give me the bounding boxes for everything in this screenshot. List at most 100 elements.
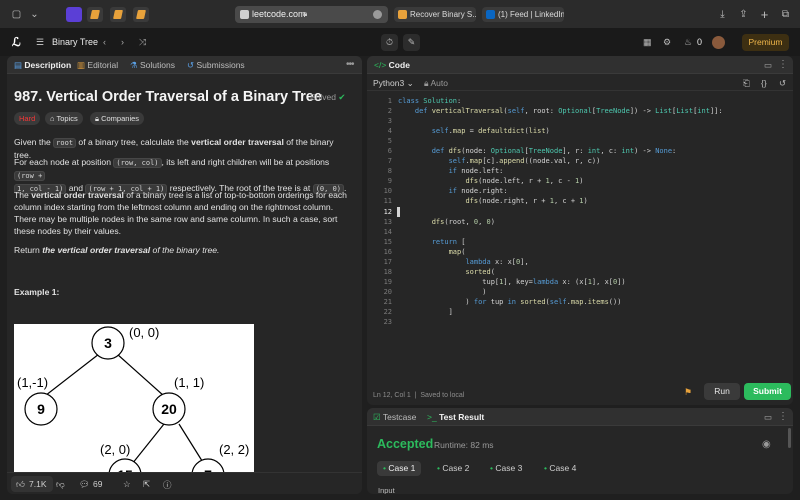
case-tab-1[interactable]: • Case 1 [377, 461, 422, 476]
premium-button[interactable]: Premium [742, 34, 789, 51]
pinned-tab-leetcode-3[interactable] [133, 7, 149, 22]
leetcode-navbar: ℒ ☰ Binary Tree ‹ › ⤨ ⏱ ✎ ▦ ⚙ ♨ 0 [0, 29, 800, 56]
status-dot-icon: • [383, 463, 386, 473]
topics-tag[interactable]: ⌂ Topics [45, 112, 83, 125]
tab-submissions[interactable]: ↺ Submissions [187, 60, 245, 71]
code-panel: </> Code ▭ ⋮ Python3 ⌄ 🔒︎ Auto ⎗ {} ↺ 12… [367, 56, 793, 405]
code-line[interactable]: def dfs(node: Optional[TreeNode], r: int… [398, 146, 788, 156]
help-icon[interactable]: ⓘ [163, 479, 172, 491]
scrollbar[interactable] [788, 428, 791, 448]
code-line[interactable] [398, 116, 788, 126]
code-line[interactable]: dfs(node.left, r + 1, c - 1) [398, 176, 788, 186]
maximize-icon[interactable]: ▭ [764, 412, 772, 423]
case-tab-4[interactable]: • Case 4 [538, 461, 582, 476]
debug-icon[interactable]: ⏱ [381, 34, 398, 51]
tab-solutions[interactable]: ⚗ Solutions [130, 60, 175, 71]
next-problem-icon[interactable]: › [121, 37, 124, 47]
leetcode-logo-icon[interactable]: ℒ [12, 35, 21, 49]
autosave-mode[interactable]: 🔒︎ Auto [424, 78, 448, 89]
code-line[interactable]: self.map = defaultdict(list) [398, 126, 788, 136]
line-number: 20 [383, 287, 392, 296]
chevron-down-icon[interactable]: ⌄ [28, 8, 41, 21]
comment-icon[interactable]: 💬︎ [79, 479, 90, 490]
tab-testcase[interactable]: ☑ Testcase [373, 412, 416, 423]
pinned-tab-leetcode-1[interactable] [87, 7, 103, 22]
code-line[interactable]: sorted( [398, 267, 788, 277]
run-button[interactable]: Run [704, 383, 740, 400]
address-bar[interactable]: leetcode.com 🔒︎ [235, 6, 388, 23]
bookmark-icon[interactable]: ⎗ [743, 78, 750, 89]
tab-overview-icon[interactable]: ⧉ [779, 8, 792, 21]
streak-fire-icon[interactable]: ♨ [684, 37, 692, 48]
avatar[interactable] [712, 36, 725, 49]
format-icon[interactable]: {} [761, 78, 767, 88]
code-line[interactable] [398, 227, 788, 237]
code-line[interactable]: def verticalTraversal(self, root: Option… [398, 106, 788, 116]
language-select[interactable]: Python3 ⌄ [373, 78, 414, 89]
code-line[interactable] [398, 136, 788, 146]
settings-gear-icon[interactable]: ⚙ [663, 37, 671, 48]
pinned-tab-leetcode-2[interactable] [110, 7, 126, 22]
line-number: 10 [383, 187, 392, 196]
case-tab-3[interactable]: • Case 3 [484, 461, 528, 476]
more-options-icon[interactable]: ⋮ [778, 59, 788, 70]
submit-button[interactable]: Submit [744, 383, 791, 400]
debugger-icon[interactable]: ⚑ [684, 387, 692, 398]
feedback-bar: 👍︎ 7.1K 👎︎ 💬︎ 69 ☆ ⇱ ⓘ [7, 472, 362, 494]
case-tab-2[interactable]: • Case 2 [431, 461, 475, 476]
tab-test-result[interactable]: >_ Test Result [427, 412, 484, 422]
chevron-down-icon: ⌄ [406, 78, 414, 88]
browser-tab-recover[interactable]: Recover Binary S... [394, 7, 476, 22]
tab-description[interactable]: ▤ Description [14, 60, 71, 71]
site-favicon-icon [240, 10, 249, 19]
code-line[interactable]: ] [398, 307, 788, 317]
line-number: 3 [387, 117, 392, 126]
maximize-icon[interactable]: ▭ [764, 60, 772, 71]
problem-list-title[interactable]: Binary Tree [52, 37, 98, 47]
download-icon[interactable]: ⤓ [716, 8, 729, 21]
code-line[interactable]: return [ [398, 237, 788, 247]
browser-tab-linkedin[interactable]: (1) Feed | LinkedIn [482, 7, 564, 22]
share-icon[interactable]: ⇱ [143, 479, 150, 490]
pinned-tab-app[interactable] [66, 7, 82, 22]
line-number: 15 [383, 237, 392, 246]
code-line[interactable]: class Solution: [398, 96, 788, 106]
eye-icon[interactable]: ◉ [762, 439, 771, 450]
sidebar-toggle-icon[interactable]: ▢ [10, 8, 23, 21]
new-tab-icon[interactable]: + [758, 8, 771, 21]
line-number: 17 [383, 257, 392, 266]
tab-code[interactable]: </> Code [374, 60, 410, 70]
line-number: 14 [383, 227, 392, 236]
result-status: Accepted [377, 437, 434, 451]
code-line[interactable]: if node.left: [398, 166, 788, 176]
more-options-icon[interactable]: ••• [346, 59, 354, 70]
code-line[interactable] [398, 207, 788, 217]
layout-icon[interactable]: ▦ [643, 37, 652, 48]
code-editor[interactable]: class Solution: def verticalTraversal(se… [398, 96, 788, 327]
browser-toolbar: ▢ ⌄ leetcode.com 🔒︎ Recover Binary S... … [0, 0, 800, 29]
line-number: 11 [383, 197, 392, 206]
code-line[interactable]: if node.right: [398, 186, 788, 196]
test-panel: ☑ Testcase >_ Test Result ▭ ⋮ Accepted R… [367, 408, 793, 494]
notes-icon[interactable]: ✎ [403, 34, 420, 51]
shuffle-icon[interactable]: ⤨ [139, 37, 146, 48]
share-icon[interactable]: ⇪ [737, 8, 750, 21]
code-line[interactable]: dfs(node.right, r + 1, c + 1) [398, 196, 788, 206]
reset-icon[interactable]: ↺ [779, 78, 786, 89]
code-line[interactable]: ) [398, 287, 788, 297]
code-line[interactable]: self.map[c].append((node.val, r, c)) [398, 156, 788, 166]
more-options-icon[interactable]: ⋮ [778, 411, 788, 422]
code-line[interactable]: lambda x: x[0], [398, 257, 788, 267]
page-menu-icon[interactable] [373, 10, 382, 19]
code-line[interactable]: tup[1], key=lambda x: (x[1], x[0]) [398, 277, 788, 287]
line-numbers: 1 2 3 4 5 6 7 8 9 10 11 12 13 14 15 16 17 18 19 20 21 22 23 [367, 96, 392, 327]
companies-tag[interactable]: 🔒︎ Companies [90, 112, 145, 125]
thumbs-down-icon[interactable]: 👎︎ [56, 479, 65, 490]
code-line[interactable]: ) for tup in sorted(self.map.items()) [398, 297, 788, 307]
code-line[interactable]: map( [398, 247, 788, 257]
tab-editorial[interactable]: ▥ Editorial [77, 60, 118, 71]
code-line[interactable] [398, 317, 788, 327]
code-line[interactable]: dfs(root, 0, 0) [398, 217, 788, 227]
prev-problem-icon[interactable]: ‹ [103, 37, 106, 47]
star-icon[interactable]: ☆ [123, 479, 131, 490]
